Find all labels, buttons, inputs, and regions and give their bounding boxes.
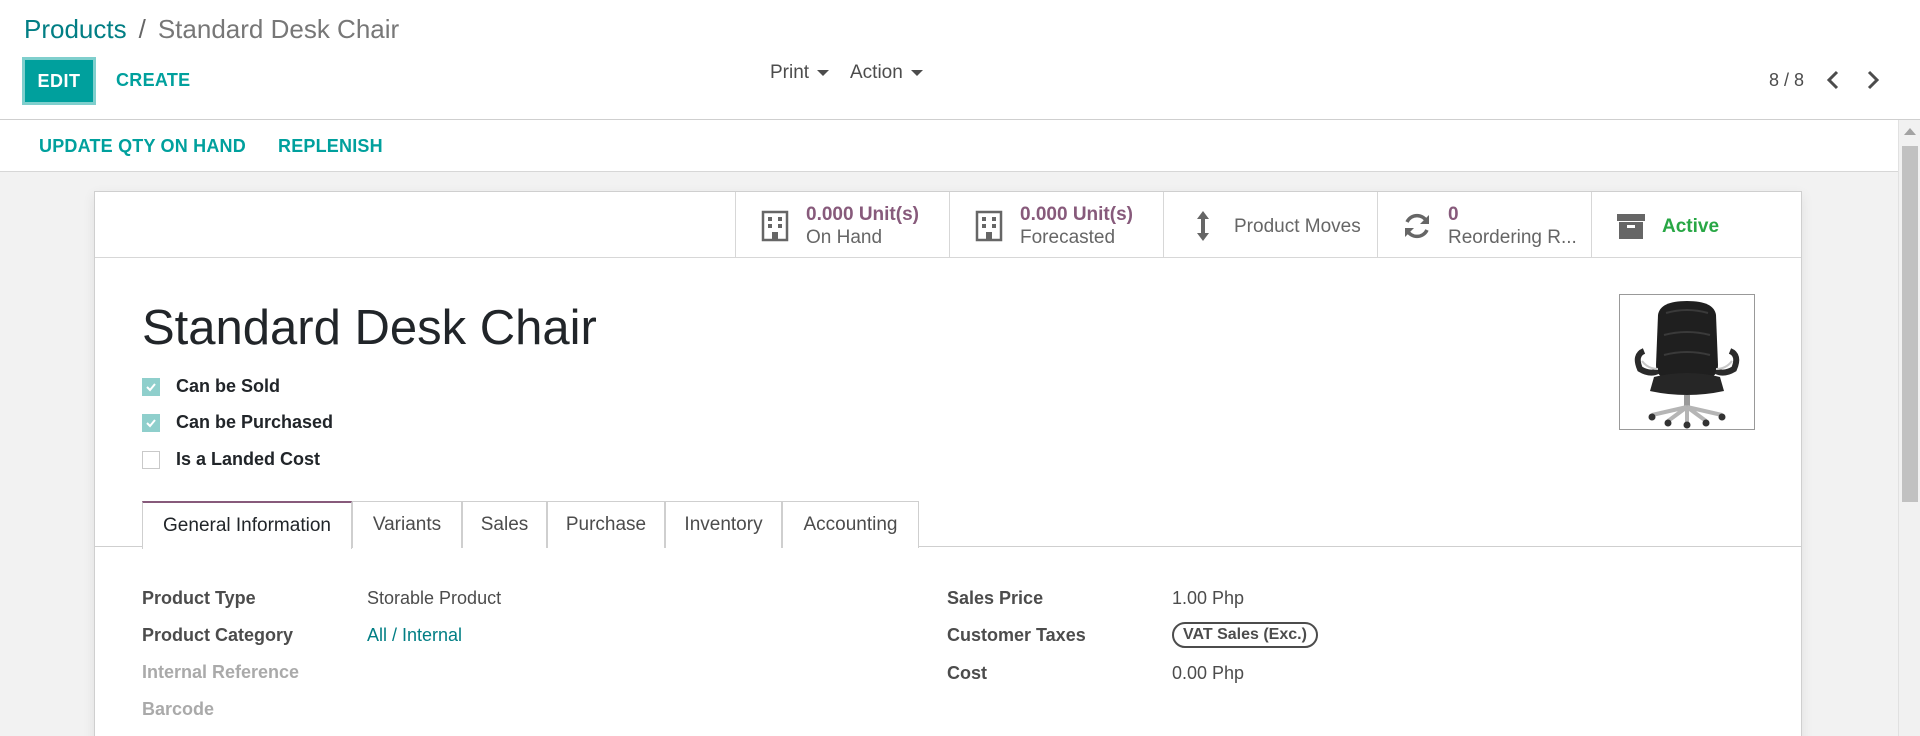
forecasted-label: Forecasted [1020, 227, 1116, 248]
is-landed-cost-checkbox[interactable] [142, 450, 160, 469]
breadcrumb-separator: / [138, 14, 146, 44]
tab-general-information[interactable]: General Information [142, 501, 352, 549]
tab-sales[interactable]: Sales [462, 501, 547, 548]
refresh-icon [1405, 213, 1429, 239]
can-be-sold-label: Can be Sold [176, 376, 281, 396]
action-dropdown-label: Action [850, 62, 903, 83]
action-dropdown[interactable]: Action [850, 62, 923, 84]
on-hand-label: On Hand [806, 227, 883, 248]
pager-value[interactable]: 8 / 8 [1769, 70, 1804, 91]
forecasted-value: 0.000 Unit(s) [1020, 204, 1133, 225]
notebook-tabs: General Information Variants Sales Purch… [95, 496, 1801, 549]
pager-next-button[interactable] [1858, 64, 1888, 96]
create-button[interactable]: CREATE [116, 70, 190, 91]
print-dropdown[interactable]: Print [770, 62, 830, 84]
product-type-label: Product Type [142, 588, 256, 608]
caret-down-icon [910, 70, 923, 76]
is-landed-cost-checkbox-row[interactable]: Is a Landed Cost [142, 449, 320, 470]
reordering-rules-stat-button[interactable]: 0 Reordering R... [1377, 192, 1591, 258]
reordering-label: Reordering R... [1448, 227, 1577, 248]
product-category-link[interactable]: All / Internal [367, 625, 462, 646]
scroll-up-arrow-icon[interactable] [1904, 128, 1916, 135]
breadcrumb: Products / Standard Desk Chair [24, 14, 399, 45]
check-icon [146, 418, 156, 427]
tab-accounting[interactable]: Accounting [782, 501, 919, 548]
caret-down-icon [817, 70, 830, 76]
tab-variants[interactable]: Variants [352, 501, 462, 548]
print-dropdown-label: Print [770, 62, 810, 83]
cost-value: 0.00 Php [1172, 663, 1245, 683]
building-icon [761, 210, 789, 242]
barcode-label: Barcode [142, 699, 215, 719]
forecasted-stat-button[interactable]: 0.000 Unit(s) Forecasted [949, 192, 1163, 258]
arrows-v-icon [1197, 211, 1209, 241]
cost-label: Cost [947, 663, 987, 683]
tab-purchase[interactable]: Purchase [547, 501, 665, 548]
edit-button[interactable]: EDIT [22, 57, 96, 105]
product-category-label: Product Category [142, 625, 294, 645]
product-moves-label: Product Moves [1234, 216, 1361, 237]
check-icon [146, 382, 156, 391]
active-label: Active [1662, 216, 1720, 237]
status-bar: UPDATE QTY ON HAND REPLENISH [0, 120, 1898, 172]
sales-price-label: Sales Price [947, 588, 1044, 608]
product-moves-stat-button[interactable]: Product Moves [1163, 192, 1377, 258]
can-be-purchased-label: Can be Purchased [176, 412, 334, 432]
can-be-purchased-checkbox[interactable] [142, 413, 160, 432]
can-be-sold-checkbox-row[interactable]: Can be Sold [142, 376, 280, 397]
internal-reference-label: Internal Reference [142, 662, 300, 682]
product-type-value: Storable Product [367, 588, 502, 608]
chevron-left-icon [1826, 70, 1839, 90]
breadcrumb-products-link[interactable]: Products [24, 14, 127, 45]
building-icon [975, 210, 1003, 242]
scroll-thumb[interactable] [1902, 146, 1918, 502]
customer-tax-badge: VAT Sales (Exc.) [1172, 622, 1318, 648]
smart-button-box: 0.000 Unit(s) On Hand 0.000 Unit(s) Fore… [95, 192, 1801, 258]
can-be-purchased-checkbox-row[interactable]: Can be Purchased [142, 412, 333, 433]
archive-icon [1617, 214, 1645, 239]
tab-inventory[interactable]: Inventory [665, 501, 782, 548]
form-sheet: 0.000 Unit(s) On Hand 0.000 Unit(s) Fore… [94, 191, 1802, 736]
desk-chair-image [1634, 301, 1740, 429]
control-panel: Products / Standard Desk Chair EDIT CREA… [0, 0, 1920, 120]
breadcrumb-current: Standard Desk Chair [157, 14, 400, 44]
active-toggle-button[interactable]: Active [1591, 192, 1805, 258]
update-qty-on-hand-button[interactable]: UPDATE QTY ON HAND [39, 136, 246, 157]
on-hand-value: 0.000 Unit(s) [806, 204, 919, 225]
scrollbar[interactable] [1898, 120, 1920, 736]
chevron-right-icon [1867, 70, 1880, 90]
can-be-sold-checkbox[interactable] [142, 377, 160, 396]
pager-previous-button[interactable] [1818, 64, 1848, 96]
customer-taxes-label: Customer Taxes [947, 625, 1086, 645]
product-image[interactable] [1619, 294, 1755, 430]
replenish-button[interactable]: REPLENISH [278, 136, 383, 157]
is-landed-cost-label: Is a Landed Cost [176, 449, 321, 469]
product-name: Standard Desk Chair [142, 301, 597, 355]
sales-price-value: 1.00 Php [1172, 588, 1245, 608]
reordering-value: 0 [1448, 204, 1459, 225]
on-hand-stat-button[interactable]: 0.000 Unit(s) On Hand [735, 192, 949, 258]
